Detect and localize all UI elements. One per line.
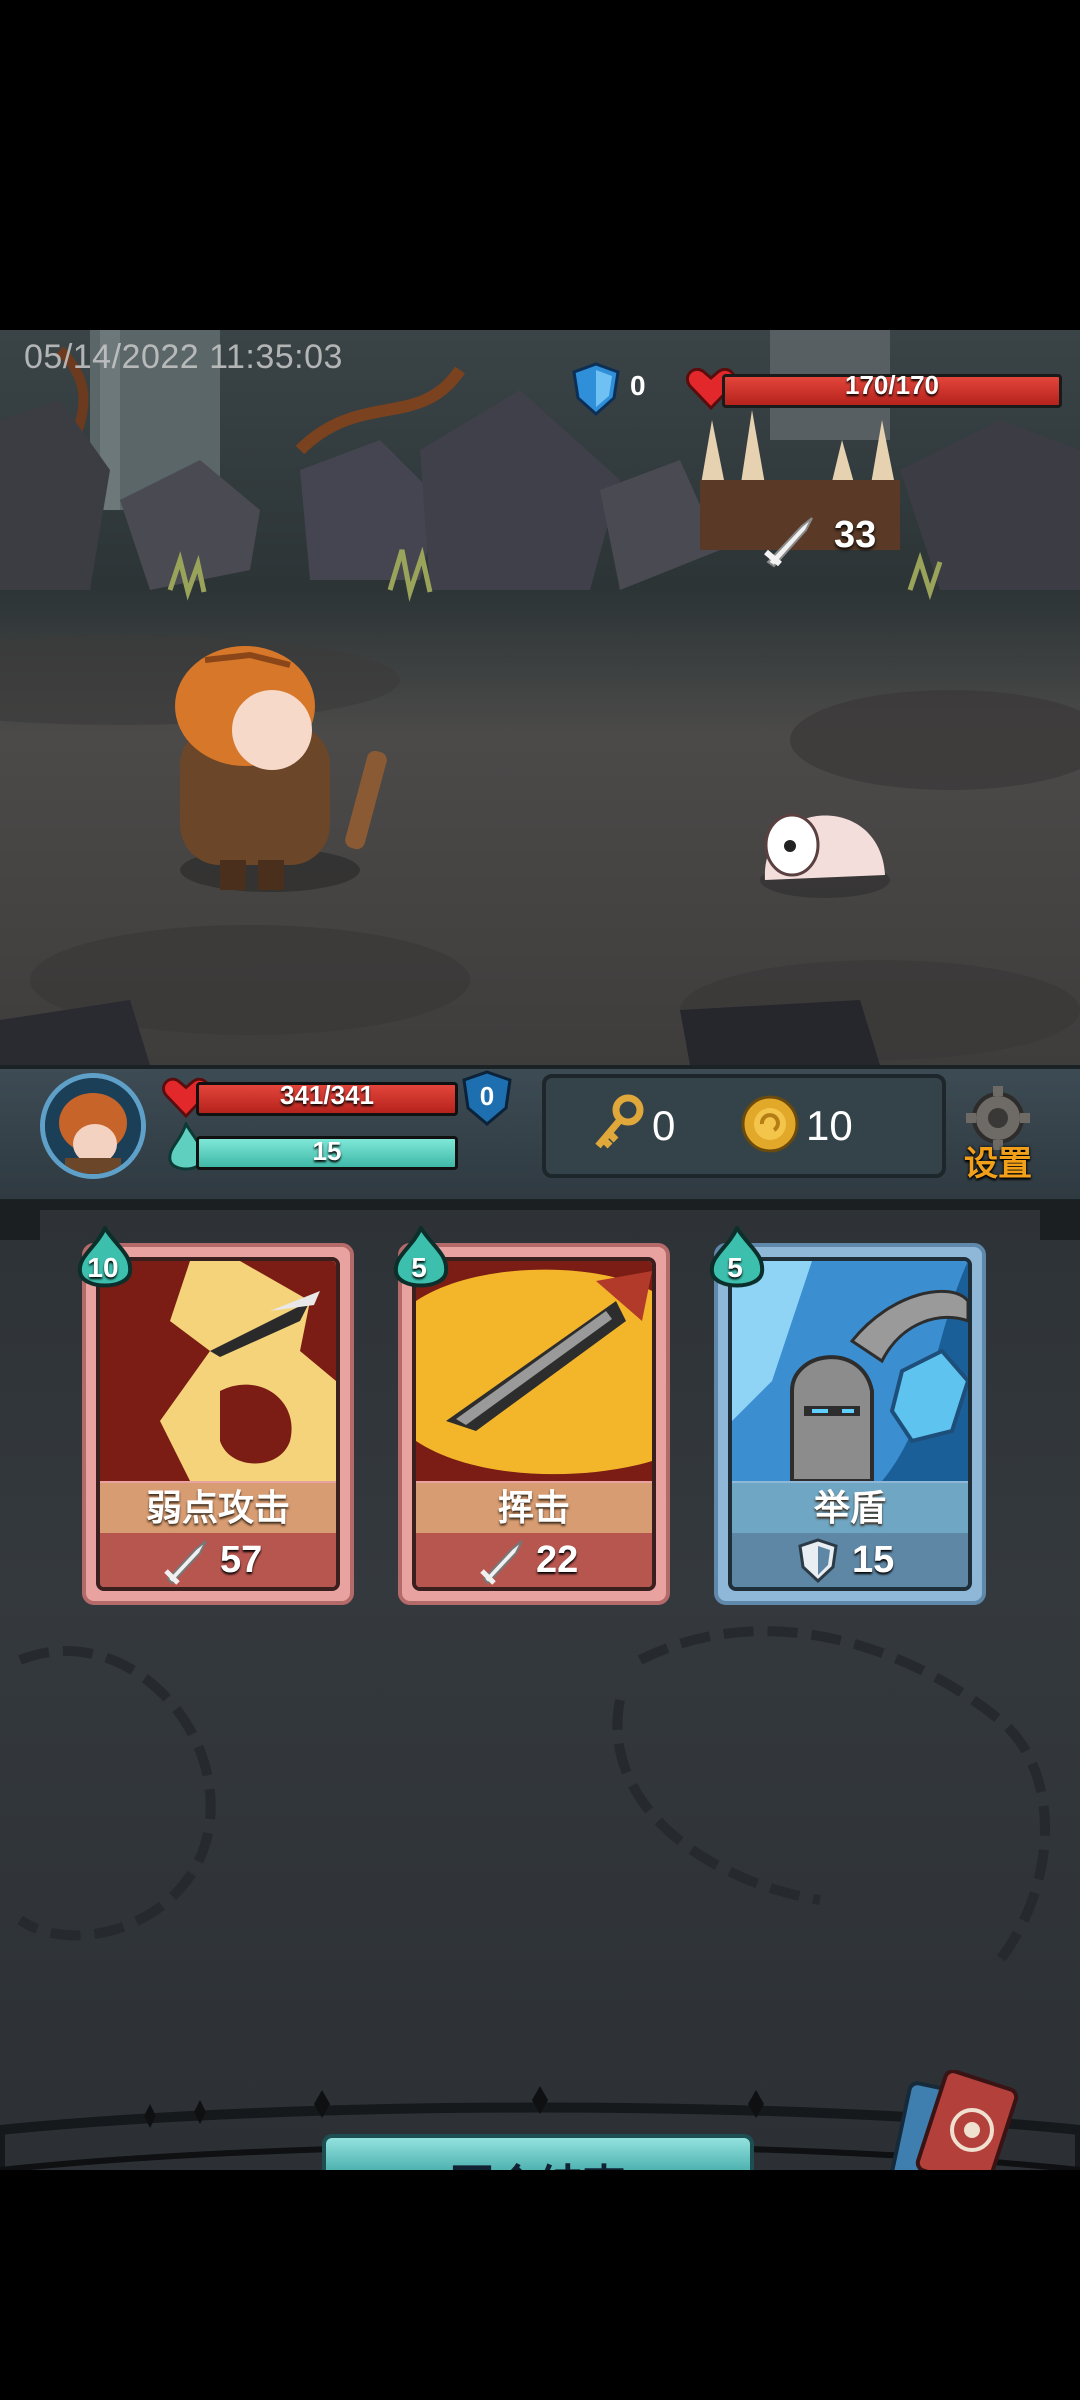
pumpkin-hero-portrait-icon bbox=[45, 1078, 141, 1174]
card-stat-row: 57 bbox=[100, 1533, 336, 1587]
battle-background bbox=[0, 330, 1080, 1065]
attack-sword-icon bbox=[764, 517, 813, 568]
card-cost-badge: 10 bbox=[74, 1226, 136, 1298]
card-inner: 举盾 15 bbox=[728, 1257, 972, 1591]
screen-timestamp: 05/14/2022 11:35:03 bbox=[24, 338, 343, 376]
card-cost-value: 10 bbox=[87, 1252, 119, 1283]
key-icon bbox=[595, 1094, 644, 1149]
key-count: 0 bbox=[652, 1102, 676, 1149]
card-damage-value: 22 bbox=[536, 1539, 579, 1581]
card-inner: 挥击 22 bbox=[412, 1257, 656, 1591]
enemy-intent-value: 33 bbox=[834, 514, 877, 556]
card-cost-value: 5 bbox=[727, 1252, 743, 1283]
card-block-value: 15 bbox=[852, 1539, 895, 1581]
coin-icon bbox=[741, 1095, 799, 1153]
card-name: 举盾 bbox=[732, 1483, 968, 1533]
card-cost-badge: 5 bbox=[390, 1226, 452, 1298]
enemy-shield-icon bbox=[572, 362, 620, 416]
card-damage-value: 57 bbox=[220, 1539, 263, 1581]
sword-icon bbox=[480, 1540, 523, 1585]
player-avatar[interactable] bbox=[40, 1073, 146, 1179]
sword-icon bbox=[164, 1540, 207, 1585]
end-turn-label: 回合结束 bbox=[326, 2150, 750, 2170]
player-energy-text: 15 bbox=[312, 1136, 342, 1166]
card-stat-row: 22 bbox=[416, 1533, 652, 1587]
battle-scene bbox=[0, 330, 1080, 1065]
settings-button[interactable]: 设置 bbox=[956, 1084, 1040, 1183]
enemy-shield-value: 0 bbox=[630, 370, 646, 401]
draw-pile-deck-icon[interactable] bbox=[880, 2070, 1030, 2170]
card-stat-row: 15 bbox=[732, 1533, 968, 1587]
card-name: 弱点攻击 bbox=[100, 1483, 336, 1533]
card-cost-value: 5 bbox=[411, 1252, 427, 1283]
card-cost-badge: 5 bbox=[706, 1226, 768, 1298]
player-hp-text: 341/341 bbox=[280, 1080, 374, 1110]
end-turn-button[interactable]: 回合结束 bbox=[322, 2134, 754, 2170]
settings-label: 设置 bbox=[964, 1145, 1032, 1183]
enemy-hp-text: 170/170 bbox=[845, 370, 939, 400]
player-shield-value: 0 bbox=[479, 1081, 495, 1111]
card-inner: 弱点攻击 57 bbox=[96, 1257, 340, 1591]
shield-icon bbox=[798, 1538, 838, 1584]
card-name: 挥击 bbox=[416, 1483, 652, 1533]
coin-count: 10 bbox=[806, 1102, 853, 1149]
